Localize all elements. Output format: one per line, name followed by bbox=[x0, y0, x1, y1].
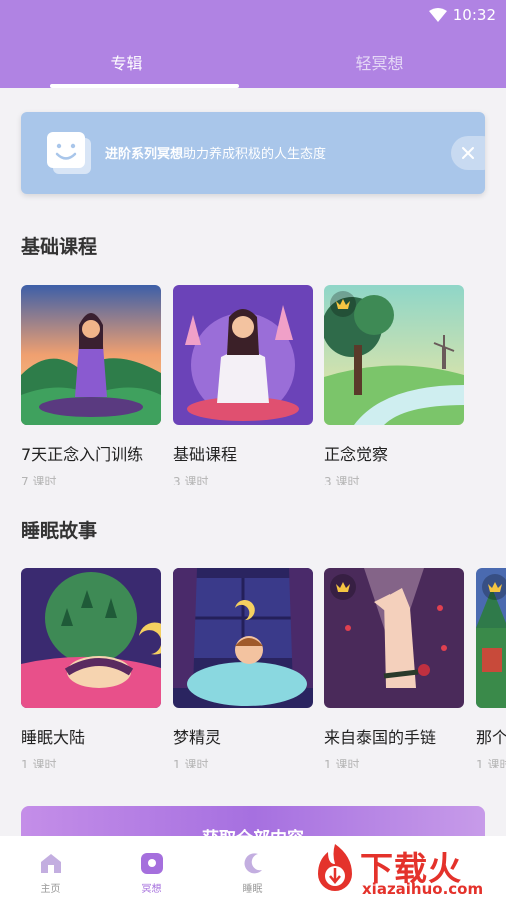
story-title: 那个 bbox=[476, 728, 506, 747]
meditation-illustration bbox=[173, 285, 313, 425]
course-title: 基础课程 bbox=[173, 445, 238, 464]
tab-bar: 专辑 轻冥想 bbox=[0, 36, 506, 88]
nav-meditation[interactable]: 冥想 bbox=[101, 836, 202, 900]
course-title: 7天正念入门训练 bbox=[21, 445, 144, 464]
story-title: 梦精灵 bbox=[173, 728, 222, 747]
section-title-basic: 基础课程 bbox=[21, 236, 98, 258]
premium-crown-badge bbox=[330, 291, 356, 317]
premium-crown-badge bbox=[482, 574, 506, 600]
tab-albums[interactable]: 专辑 bbox=[0, 36, 253, 88]
crown-icon bbox=[488, 582, 502, 592]
story-lesson-count: 1 课时 bbox=[173, 758, 209, 768]
story-thumbnail bbox=[476, 568, 506, 708]
nav-home-label: 主页 bbox=[40, 884, 61, 895]
meditation-illustration bbox=[21, 285, 161, 425]
story-card[interactable]: 睡眠大陆 1 课时 bbox=[21, 568, 161, 768]
status-bar: 10:32 bbox=[428, 4, 496, 26]
crown-icon bbox=[336, 582, 350, 592]
tab-albums-label: 专辑 bbox=[110, 54, 143, 73]
nav-home[interactable]: 主页 bbox=[0, 836, 101, 900]
nav-sleep-label: 睡眠 bbox=[242, 884, 263, 895]
story-thumbnail bbox=[21, 568, 161, 708]
section-title-sleep: 睡眠故事 bbox=[21, 520, 98, 542]
smile-face-icon bbox=[47, 132, 91, 174]
course-lesson-count: 3 课时 bbox=[173, 475, 209, 485]
close-icon bbox=[462, 147, 474, 159]
basic-course-row: 7天正念入门训练 7 课时 基础课程 3 课时 正念觉察 3 课时 bbox=[21, 285, 506, 485]
banner-highlight: 进阶系列冥想 bbox=[105, 147, 184, 162]
course-title: 正念觉察 bbox=[324, 445, 389, 464]
sleep-island-illustration bbox=[21, 568, 161, 708]
story-lesson-count: 1 课时 bbox=[21, 758, 57, 768]
story-card[interactable]: 那个 1 课时 bbox=[476, 568, 506, 768]
course-lesson-count: 3 课时 bbox=[324, 475, 360, 485]
dream-fairy-illustration bbox=[173, 568, 313, 708]
tab-light-meditation[interactable]: 轻冥想 bbox=[253, 36, 506, 88]
story-card[interactable]: 梦精灵 1 课时 bbox=[173, 568, 313, 768]
course-lesson-count: 7 课时 bbox=[21, 475, 57, 485]
course-thumbnail bbox=[21, 285, 161, 425]
course-card[interactable]: 正念觉察 3 课时 bbox=[324, 285, 464, 485]
course-thumbnail bbox=[324, 285, 464, 425]
course-card[interactable]: 基础课程 3 课时 bbox=[173, 285, 313, 485]
story-thumbnail bbox=[173, 568, 313, 708]
banner-close-button[interactable] bbox=[451, 136, 485, 170]
premium-crown-badge bbox=[330, 574, 356, 600]
tab-light-meditation-label: 轻冥想 bbox=[355, 54, 404, 73]
moon-icon bbox=[244, 853, 262, 874]
fire-logo-icon bbox=[318, 844, 352, 891]
story-title: 睡眠大陆 bbox=[21, 728, 86, 747]
story-lesson-count: 1 课时 bbox=[324, 758, 360, 768]
meditation-icon bbox=[140, 853, 163, 874]
sleep-story-row: 睡眠大陆 1 课时 梦精灵 1 课时 来自泰国的手链 1 课时 那个 1 课时 bbox=[21, 568, 506, 768]
story-title: 来自泰国的手链 bbox=[324, 728, 437, 747]
status-time: 10:32 bbox=[452, 6, 496, 24]
course-thumbnail bbox=[173, 285, 313, 425]
wifi-icon bbox=[428, 8, 447, 22]
app-header: 10:32 专辑 轻冥想 bbox=[0, 0, 506, 88]
story-card[interactable]: 来自泰国的手链 1 课时 bbox=[324, 568, 464, 768]
watermark: 下载火 xiazaihuo.com bbox=[300, 838, 506, 900]
promo-banner[interactable]: 进阶系列冥想助力养成积极的人生态度 bbox=[21, 112, 485, 194]
course-card[interactable]: 7天正念入门训练 7 课时 bbox=[21, 285, 161, 485]
nav-sleep[interactable]: 睡眠 bbox=[202, 836, 303, 900]
story-thumbnail bbox=[324, 568, 464, 708]
nav-meditation-label: 冥想 bbox=[141, 884, 162, 895]
banner-text: 进阶系列冥想助力养成积极的人生态度 bbox=[105, 143, 326, 162]
story-lesson-count: 1 课时 bbox=[476, 758, 506, 768]
banner-description: 助力养成积极的人生态度 bbox=[183, 147, 327, 162]
watermark-url: xiazaihuo.com bbox=[362, 880, 484, 898]
home-icon bbox=[40, 854, 61, 873]
crown-icon bbox=[336, 299, 350, 309]
